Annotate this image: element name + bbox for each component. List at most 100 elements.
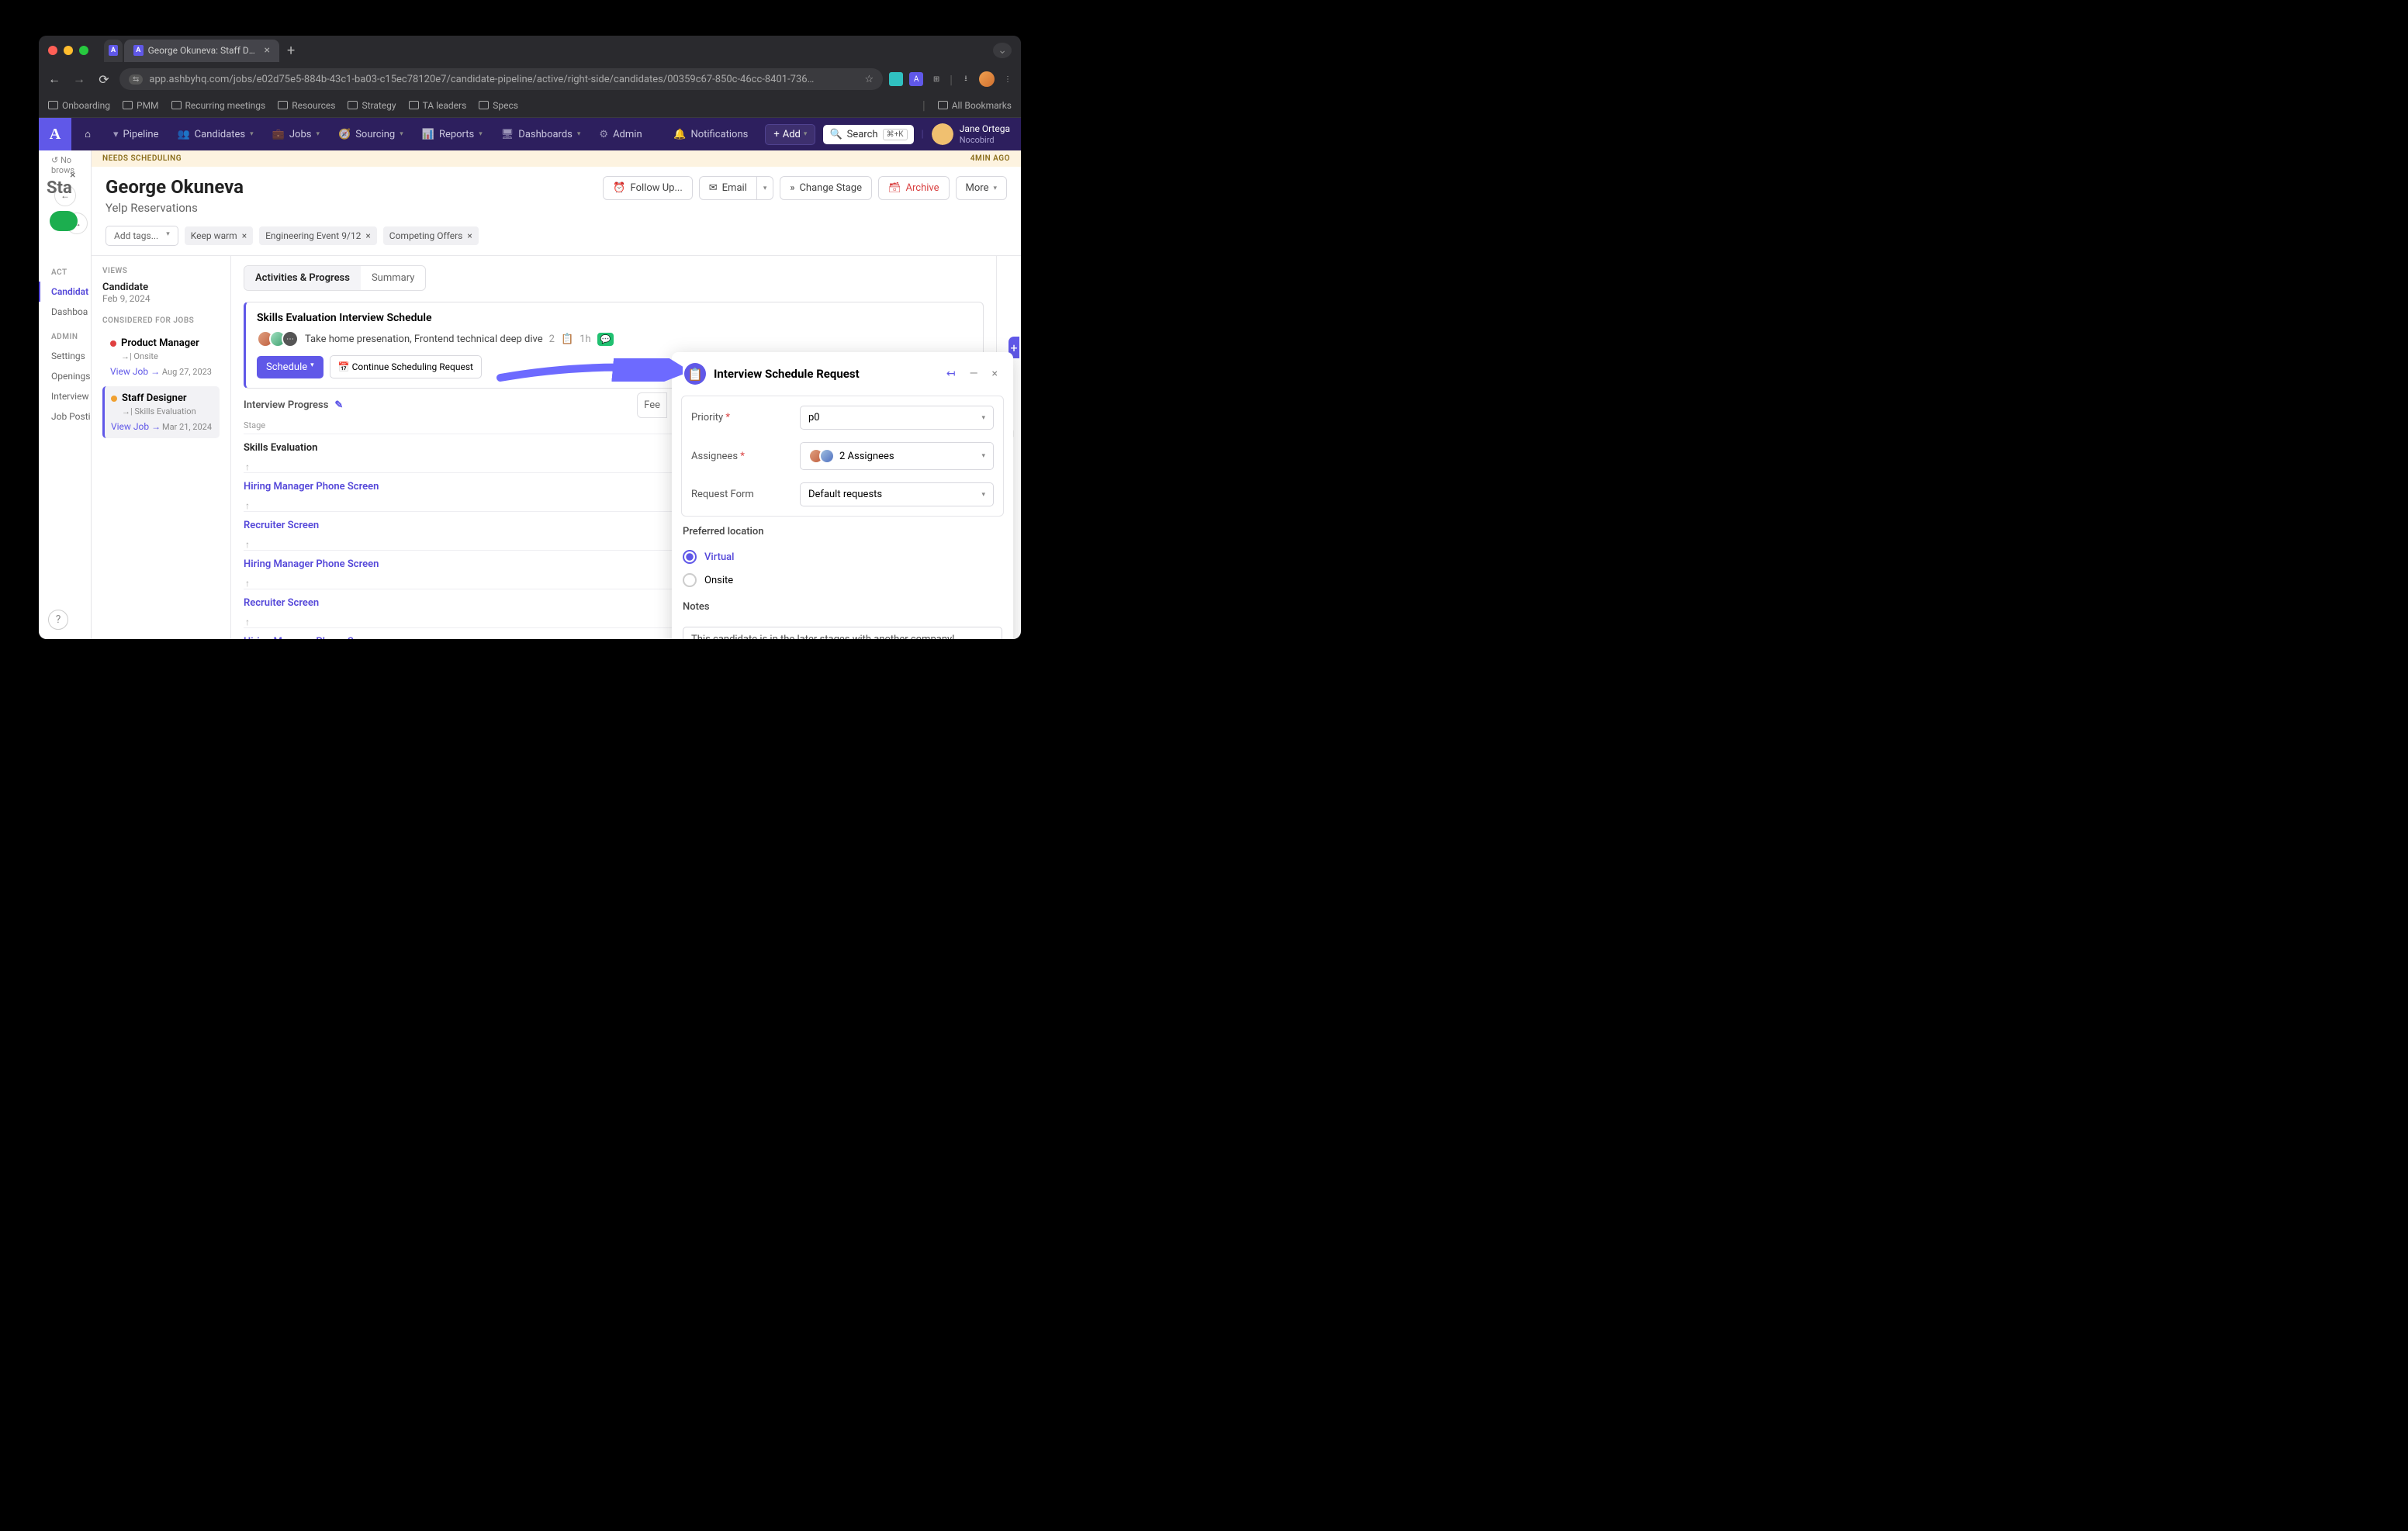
chevron-down-icon[interactable]: ⌄ — [993, 43, 1012, 58]
notes-label: Notes — [672, 601, 1013, 613]
nav-back-icon[interactable]: ← — [45, 68, 64, 90]
close-icon[interactable]: × — [989, 366, 1001, 382]
more-button[interactable]: More▾ — [956, 176, 1007, 200]
radio-onsite[interactable]: Onsite — [672, 569, 1013, 592]
bookmark-item[interactable]: PMM — [123, 100, 159, 111]
new-tab-button[interactable]: + — [281, 40, 301, 62]
candidate-status: Candidate — [102, 282, 220, 293]
minimize-icon[interactable]: — — [967, 366, 981, 382]
app-logo[interactable]: A — [39, 118, 71, 150]
nav-reports[interactable]: 📊Reports▾ — [413, 118, 492, 150]
profile-avatar[interactable] — [979, 71, 995, 87]
notifications-button[interactable]: 🔔Notifications — [664, 118, 757, 150]
add-button[interactable]: +Add▾ — [765, 124, 815, 145]
change-stage-button[interactable]: »Change Stage — [780, 176, 872, 200]
request-form-select[interactable]: Default requests▾ — [800, 482, 994, 506]
assignees-select[interactable]: 2 Assignees ▾ — [800, 442, 994, 470]
nav-pipeline[interactable]: ▾Pipeline — [104, 118, 168, 150]
help-button[interactable]: ? — [48, 610, 68, 630]
section-label: ACT — [39, 257, 91, 282]
notes-input[interactable]: This candidate is in the later stages wi… — [683, 627, 1002, 639]
status-dot — [110, 340, 116, 347]
considered-label: CONSIDERED FOR JOBS — [102, 316, 220, 325]
job-card-active[interactable]: Staff Designer →| Skills Evaluation View… — [102, 386, 220, 438]
chevron-down-icon: ▾ — [310, 361, 314, 373]
schedule-button[interactable]: Schedule▾ — [257, 356, 323, 378]
bookmark-item[interactable]: Onboarding — [48, 100, 110, 111]
extension-icon[interactable] — [889, 72, 903, 86]
radio-virtual[interactable]: Virtual — [672, 545, 1013, 569]
search-button[interactable]: 🔍Search⌘+K — [823, 125, 913, 144]
request-form-section: Priority * p0▾ Assignees * 2 Assignees ▾ — [681, 396, 1004, 517]
star-icon[interactable]: ☆ — [864, 74, 874, 85]
edit-icon[interactable]: ✎ — [334, 399, 343, 411]
folder-icon — [479, 101, 489, 109]
tag[interactable]: Keep warm× — [185, 226, 253, 245]
close-icon[interactable]: × — [265, 44, 270, 57]
feed-tab-peek[interactable]: Fee — [637, 392, 667, 418]
download-icon[interactable]: ⭳ — [959, 72, 973, 86]
tab-activities[interactable]: Activities & Progress — [244, 266, 361, 290]
site-info-icon[interactable]: ⇆ — [129, 74, 143, 85]
nav-jobs[interactable]: 💼Jobs▾ — [263, 118, 329, 150]
nav-sourcing[interactable]: 🧭Sourcing▾ — [329, 118, 413, 150]
chevron-down-icon: ▾ — [577, 130, 581, 138]
bookmark-item[interactable]: TA leaders — [409, 100, 467, 111]
browser-tab[interactable]: A — [104, 40, 123, 62]
menu-icon[interactable]: ⋮ — [1001, 72, 1015, 86]
calendar-icon: 📋 — [684, 363, 706, 385]
job-stage: →| Onsite — [121, 351, 212, 361]
bookmark-item[interactable]: Resources — [278, 100, 335, 111]
close-icon[interactable]: × — [365, 230, 370, 241]
user-profile[interactable]: Jane Ortega Nocobird — [932, 123, 1010, 145]
window-maximize[interactable] — [79, 46, 88, 55]
job-date: Aug 27, 2023 — [162, 367, 212, 377]
nav-candidates[interactable]: 👥Candidates▾ — [168, 118, 262, 150]
sidebar-item-interview[interactable]: Interview — [39, 386, 91, 406]
interviewer-avatars: ⋯ — [257, 330, 299, 347]
priority-select[interactable]: p0▾ — [800, 406, 994, 430]
continue-scheduling-button[interactable]: 📅 Continue Scheduling Request — [330, 355, 482, 378]
tag[interactable]: Engineering Event 9/12× — [259, 226, 377, 245]
sidebar-item-candidate[interactable]: Candidat — [39, 282, 91, 302]
browser-tab-active[interactable]: A George Okuneva: Staff Desig… × — [124, 40, 279, 62]
view-job-link[interactable]: View Job → — [110, 366, 160, 377]
chevron-down-icon: ▾ — [981, 491, 985, 499]
pop-in-icon[interactable]: ↤ — [943, 366, 959, 382]
window-minimize[interactable] — [64, 46, 73, 55]
status-dot — [111, 396, 117, 402]
tag[interactable]: Competing Offers× — [383, 226, 479, 245]
all-bookmarks[interactable]: All Bookmarks — [938, 100, 1012, 111]
chevron-down-icon: ▾ — [250, 130, 254, 138]
address-bar[interactable]: ⇆ app.ashbyhq.com/jobs/e02d75e5-884b-43c… — [119, 68, 883, 90]
nav-admin[interactable]: ⚙Admin — [590, 118, 651, 150]
nav-forward-icon[interactable]: → — [70, 68, 88, 90]
extension-ashby-icon[interactable]: A — [909, 72, 923, 86]
archive-button[interactable]: 🗃Archive — [878, 176, 950, 200]
close-icon[interactable]: × — [467, 230, 472, 241]
gear-icon: ⚙ — [599, 129, 608, 140]
bookmark-item[interactable]: Specs — [479, 100, 518, 111]
tab-summary[interactable]: Summary — [361, 266, 425, 290]
view-job-link[interactable]: View Job → — [111, 421, 161, 432]
bookmark-item[interactable]: Recurring meetings — [171, 100, 266, 111]
reload-icon[interactable]: ⟳ — [95, 69, 113, 90]
close-icon[interactable]: × — [242, 230, 247, 241]
bookmark-item[interactable]: Strategy — [348, 100, 396, 111]
email-dropdown[interactable]: ▾ — [757, 176, 774, 200]
extensions-menu-icon[interactable]: ⊞ — [929, 72, 943, 86]
add-tags-button[interactable]: Add tags...▾ — [106, 226, 178, 246]
sidebar-item-dashboard[interactable]: Dashboa — [39, 302, 91, 322]
follow-up-button[interactable]: ⏰Follow Up... — [603, 176, 692, 200]
sidebar-item-jobposting[interactable]: Job Posti — [39, 406, 91, 427]
sidebar-item-settings[interactable]: Settings — [39, 346, 91, 366]
job-card[interactable]: Product Manager →| Onsite View Job → Aug… — [102, 331, 220, 383]
email-button[interactable]: ✉Email — [699, 176, 757, 200]
nav-dashboards[interactable]: 🖥Dashboards▾ — [492, 118, 590, 150]
window-close[interactable] — [48, 46, 57, 55]
advance-icon: » — [790, 182, 794, 194]
address-bar-row: ← → ⟳ ⇆ app.ashbyhq.com/jobs/e02d75e5-88… — [39, 65, 1021, 93]
sidebar-item-openings[interactable]: Openings — [39, 366, 91, 386]
home-icon[interactable]: ⌂ — [71, 128, 104, 140]
chevron-down-icon: ▾ — [981, 452, 985, 460]
